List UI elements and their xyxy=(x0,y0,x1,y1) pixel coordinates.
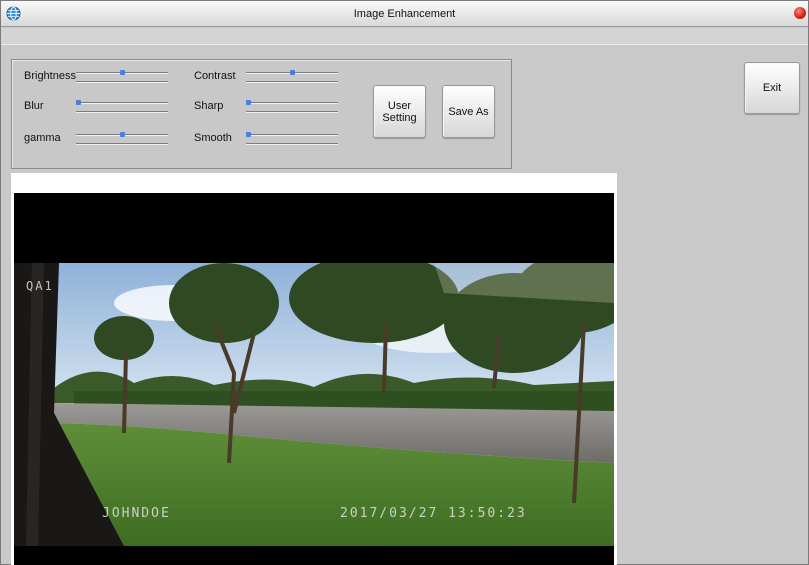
smooth-label: Smooth xyxy=(194,132,232,144)
gamma-label: gamma xyxy=(24,132,61,144)
slider-thumb[interactable] xyxy=(120,132,125,137)
slider-thumb[interactable] xyxy=(120,70,125,75)
sharp-slider[interactable] xyxy=(246,100,338,114)
enhancement-controls-panel: Brightness Blur gamma Contrast Sharp Smo… xyxy=(11,59,512,169)
close-icon[interactable] xyxy=(794,7,806,19)
smooth-slider[interactable] xyxy=(246,132,338,146)
camera-scene-image xyxy=(14,263,614,546)
blur-slider[interactable] xyxy=(76,100,168,114)
slider-thumb[interactable] xyxy=(290,70,295,75)
slider-thumb[interactable] xyxy=(246,100,251,105)
user-overlay-label: JOHNDOE xyxy=(102,506,171,521)
slider-thumb[interactable] xyxy=(76,100,81,105)
camera-label: QA1 xyxy=(26,279,54,293)
gamma-slider[interactable] xyxy=(76,132,168,146)
blur-label: Blur xyxy=(24,100,44,112)
video-preview: QA1 JOHNDOE 2017/03/27 13:50:23 xyxy=(14,193,614,565)
window-title: Image Enhancement xyxy=(353,8,456,20)
menu-bar xyxy=(1,28,808,45)
video-preview-frame: QA1 JOHNDOE 2017/03/27 13:50:23 xyxy=(11,173,617,565)
application-window: Image Enhancement Brightness Blur gamma … xyxy=(0,0,809,565)
brightness-label: Brightness xyxy=(24,70,76,82)
user-setting-button[interactable]: User Setting xyxy=(373,85,426,138)
brightness-slider[interactable] xyxy=(76,70,168,84)
exit-button[interactable]: Exit xyxy=(744,62,800,114)
sharp-label: Sharp xyxy=(194,100,224,112)
title-bar: Image Enhancement xyxy=(1,1,808,27)
contrast-label: Contrast xyxy=(194,70,236,82)
contrast-slider[interactable] xyxy=(246,70,338,84)
slider-thumb[interactable] xyxy=(246,132,251,137)
timestamp-overlay: 2017/03/27 13:50:23 xyxy=(340,506,527,521)
save-as-button[interactable]: Save As xyxy=(442,85,495,138)
